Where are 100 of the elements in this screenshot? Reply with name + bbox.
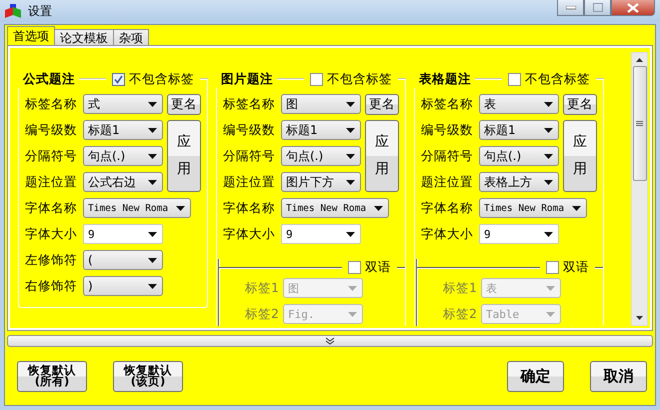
field-label: 编号级数 [25, 122, 78, 138]
field-label: 编号级数 [223, 122, 276, 138]
expand-bar[interactable] [7, 335, 653, 347]
field-label: 标签名称 [25, 96, 78, 112]
field-label: 题注位置 [223, 174, 276, 190]
close-icon [627, 2, 639, 12]
maximize-button[interactable] [584, 0, 611, 16]
restore-defaults-button[interactable]: 恢复默认(该页) [113, 360, 183, 392]
field-label: 分隔符号 [223, 148, 276, 164]
dropdown[interactable]: 式 [83, 94, 163, 114]
caret-icon [572, 206, 581, 210]
restore-defaults-button[interactable]: 恢复默认(所有) [17, 360, 87, 392]
app-icon [4, 3, 22, 19]
checkbox-label: 不包含标签 [525, 70, 590, 88]
field-label: 编号级数 [421, 122, 474, 138]
caret-icon [544, 154, 553, 158]
caret-icon [544, 102, 553, 106]
apply-button[interactable]: 应用 [563, 120, 597, 192]
field-label: 标签1 [442, 280, 478, 296]
checkbox[interactable] [348, 260, 361, 274]
dropdown[interactable]: ( [83, 250, 163, 270]
checkbox-label: 不包含标签 [327, 70, 392, 88]
field-label: 右修饰符 [25, 278, 78, 294]
tab[interactable]: 论文模板 [54, 29, 114, 45]
dropdown[interactable]: 图片下方 [281, 172, 361, 192]
dropdown[interactable]: 标题1 [281, 120, 361, 140]
apply-button[interactable]: 应用 [167, 120, 201, 192]
field-label: 字体名称 [25, 200, 78, 216]
field-label: 字体大小 [421, 226, 474, 242]
grip-icon [636, 120, 643, 126]
dropdown[interactable]: Times New Roma [83, 198, 191, 218]
combo-box[interactable]: 9 [281, 224, 361, 244]
caret-icon [346, 128, 355, 132]
scroll-thumb[interactable] [632, 66, 646, 181]
checkbox[interactable] [310, 72, 323, 86]
close-button[interactable] [611, 0, 655, 16]
caret-icon [148, 258, 157, 262]
field-label: 标签2 [442, 306, 478, 322]
caret-icon [148, 232, 157, 236]
caret-icon [348, 312, 357, 316]
field-label: 标签名称 [223, 96, 276, 112]
field-label: 标签名称 [421, 96, 474, 112]
dropdown[interactable]: 句点(.) [281, 146, 361, 166]
scroll-up-icon[interactable] [636, 58, 643, 62]
caret-icon [544, 232, 553, 236]
caret-icon [374, 206, 383, 210]
caret-icon [544, 180, 553, 184]
caret-icon [148, 284, 157, 288]
minimize-icon [566, 6, 576, 10]
dropdown[interactable]: 表格上方 [479, 172, 559, 192]
rename-button[interactable]: 更名 [167, 94, 201, 114]
caret-icon [346, 180, 355, 184]
maximize-icon [592, 3, 602, 12]
dropdown[interactable]: ) [83, 276, 163, 296]
scrollbar[interactable] [631, 52, 648, 326]
field-label: 标签2 [244, 306, 280, 322]
caret-icon [346, 232, 355, 236]
checkbox[interactable] [546, 260, 559, 274]
caret-icon [544, 128, 553, 132]
field-label: 分隔符号 [25, 148, 78, 164]
dropdown[interactable]: 句点(.) [83, 146, 163, 166]
check-icon [114, 74, 123, 84]
dialog-button[interactable]: 取消 [590, 360, 647, 392]
checkbox[interactable] [508, 72, 521, 86]
dropdown[interactable]: 公式右边 [83, 172, 163, 192]
checkbox-label: 双语 [365, 258, 391, 276]
dropdown[interactable]: 标题1 [479, 120, 559, 140]
field-label: 字体大小 [223, 226, 276, 242]
dropdown[interactable]: Times New Roma [479, 198, 587, 218]
caret-icon [148, 180, 157, 184]
checkbox-label: 不包含标签 [129, 70, 194, 88]
field-label: 题注位置 [421, 174, 474, 190]
rename-button[interactable]: 更名 [563, 94, 597, 114]
apply-button[interactable]: 应用 [365, 120, 399, 192]
checkbox-label: 双语 [563, 258, 589, 276]
field-label: 分隔符号 [421, 148, 474, 164]
tab[interactable]: 杂项 [113, 29, 149, 45]
window-title: 设置 [28, 2, 52, 20]
dialog-button[interactable]: 确定 [507, 360, 564, 392]
rename-button[interactable]: 更名 [365, 94, 399, 114]
caret-icon [176, 206, 185, 210]
dropdown[interactable]: 句点(.) [479, 146, 559, 166]
field-label: 字体大小 [25, 226, 78, 242]
field-label: 字体名称 [223, 200, 276, 216]
combo-box[interactable]: 9 [83, 224, 163, 244]
dropdown[interactable]: 表 [479, 94, 559, 114]
caret-icon [346, 102, 355, 106]
dropdown[interactable]: 标题1 [83, 120, 163, 140]
tab[interactable]: 首选项 [7, 26, 55, 45]
dropdown[interactable]: 图 [281, 94, 361, 114]
minimize-button[interactable] [557, 0, 584, 16]
combo-box[interactable]: 9 [479, 224, 559, 244]
caret-icon [148, 102, 157, 106]
caret-icon [148, 154, 157, 158]
field-label: 题注位置 [25, 174, 78, 190]
scroll-down-icon[interactable] [636, 316, 643, 320]
field-label: 标签1 [244, 280, 280, 296]
caret-icon [348, 286, 357, 290]
checkbox[interactable] [112, 72, 125, 86]
dropdown[interactable]: Times New Roma [281, 198, 389, 218]
